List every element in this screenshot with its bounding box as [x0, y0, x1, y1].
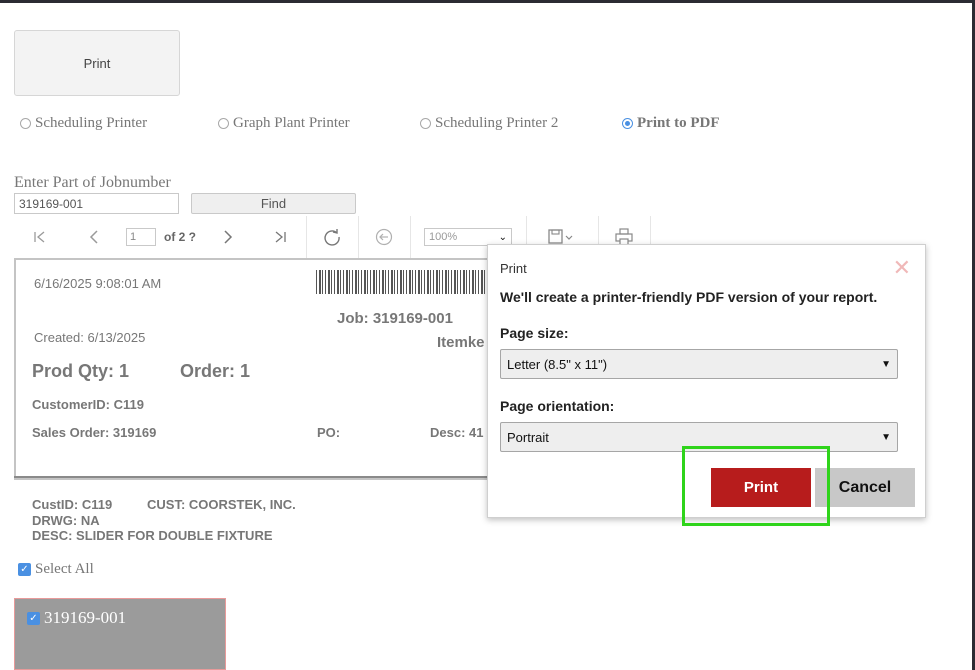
page-navigator: of 2 ?: [126, 216, 216, 258]
report-itemkey: Itemke: [437, 334, 485, 351]
chevron-down-icon: ▼: [881, 431, 891, 443]
report-cust-id: CustID: C119: [32, 497, 113, 512]
select-all-label: Select All: [35, 561, 94, 577]
dialog-cancel-button[interactable]: Cancel: [815, 468, 915, 507]
radio-label: Scheduling Printer 2: [435, 115, 559, 131]
chevron-down-icon: ▼: [881, 358, 891, 370]
job-item-card[interactable]: ✓ 319169-001: [14, 598, 226, 670]
radio-label: Graph Plant Printer: [233, 115, 350, 131]
radio-label: Scheduling Printer: [35, 115, 148, 131]
zoom-value: 100%: [429, 231, 458, 243]
checkbox-icon[interactable]: ✓: [27, 611, 40, 625]
radio-scheduling-printer-2[interactable]: Scheduling Printer 2: [420, 115, 558, 132]
report-order: Order: 1: [180, 361, 251, 381]
report-created: Created: 6/13/2025: [34, 330, 146, 345]
dialog-title: Print: [500, 261, 527, 276]
page-number-input[interactable]: [126, 228, 156, 246]
select-all-checkbox[interactable]: ✓ Select All: [18, 561, 94, 578]
dialog-description: We'll create a printer-friendly PDF vers…: [500, 289, 878, 305]
job-item-label: 319169-001: [44, 608, 127, 627]
report-customer-id: CustomerID: C119: [32, 397, 144, 412]
page-orientation-value: Portrait: [507, 429, 549, 445]
report-drwg: DRWG: NA: [32, 513, 100, 528]
checkbox-icon[interactable]: ✓: [18, 563, 31, 576]
window-top-border: [0, 0, 975, 3]
prev-page-icon[interactable]: [78, 216, 110, 258]
jobnumber-label: Enter Part of Jobnumber: [14, 174, 171, 191]
report-cust: CUST: COORSTEK, INC.: [147, 497, 296, 512]
page-size-select[interactable]: Letter (8.5" x 11") ▼: [500, 349, 898, 379]
radio-icon[interactable]: [20, 118, 31, 129]
report-job: Job: 319169-001: [337, 310, 453, 327]
printer-radio-group: Scheduling Printer Graph Plant Printer S…: [0, 115, 760, 135]
radio-icon[interactable]: [420, 118, 431, 129]
dialog-print-button[interactable]: Print: [711, 468, 811, 507]
page-orientation-select[interactable]: Portrait ▼: [500, 422, 898, 452]
next-page-icon[interactable]: [212, 216, 244, 258]
jobnumber-input[interactable]: [14, 193, 179, 214]
report-sales-order: Sales Order: 319169: [32, 425, 157, 440]
radio-label: Print to PDF: [637, 115, 720, 131]
radio-graph-plant-printer[interactable]: Graph Plant Printer: [218, 115, 350, 132]
page-size-value: Letter (8.5" x 11"): [507, 356, 608, 372]
radio-print-to-pdf[interactable]: Print to PDF: [622, 115, 719, 132]
chevron-down-icon: ⌄: [498, 231, 507, 243]
toolbar-divider: [306, 216, 307, 258]
refresh-icon[interactable]: [316, 216, 348, 258]
toolbar-divider: [410, 216, 411, 258]
find-button[interactable]: Find: [191, 193, 356, 214]
page-size-label: Page size:: [500, 325, 569, 341]
last-page-icon[interactable]: [264, 216, 296, 258]
report-desc-full: DESC: SLIDER FOR DOUBLE FIXTURE: [32, 528, 273, 543]
report-desc: Desc: 41: [430, 425, 484, 440]
report-datetime: 6/16/2025 9:08:01 AM: [34, 276, 162, 291]
print-button[interactable]: Print: [14, 30, 180, 96]
page-count-label: of 2 ?: [164, 230, 196, 244]
radio-selected-icon[interactable]: [622, 118, 633, 129]
barcode: [316, 270, 496, 294]
page-orientation-label: Page orientation:: [500, 398, 615, 414]
toolbar-divider: [358, 216, 359, 258]
first-page-icon[interactable]: [24, 216, 56, 258]
radio-icon[interactable]: [218, 118, 229, 129]
close-icon[interactable]: ✕: [893, 257, 911, 279]
job-item-checkbox[interactable]: ✓ 319169-001: [27, 608, 126, 628]
report-po: PO:: [317, 425, 341, 440]
back-icon[interactable]: [368, 216, 400, 258]
print-dialog: Print ✕ We'll create a printer-friendly …: [487, 244, 926, 518]
report-prod-qty: Prod Qty: 1: [32, 361, 130, 381]
radio-scheduling-printer[interactable]: Scheduling Printer: [20, 115, 147, 132]
